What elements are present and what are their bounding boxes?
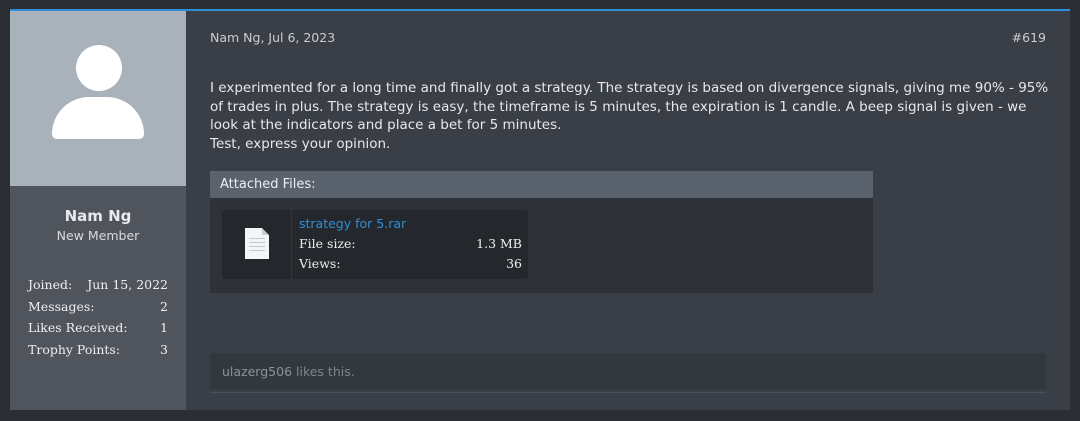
document-icon-line xyxy=(249,238,265,239)
stat-row-joined: Joined: Jun 15, 2022 xyxy=(28,275,168,297)
user-sidebar: Nam Ng New Member Joined: Jun 15, 2022 M… xyxy=(10,11,186,410)
stat-row-likes-received: Likes Received: 1 xyxy=(28,318,168,340)
stat-label: Likes Received: xyxy=(28,320,128,335)
stat-label: Messages: xyxy=(28,298,95,314)
likes-bar: ulazerg506 likes this. xyxy=(210,353,1046,389)
user-stats: Joined: Jun 15, 2022 Messages: 2 Likes R… xyxy=(28,275,168,361)
stat-value[interactable]: 3 xyxy=(160,340,168,362)
attachment-thumbnail[interactable] xyxy=(222,210,292,279)
likes-username-link[interactable]: ulazerg506 xyxy=(222,364,292,379)
stat-row-messages: Messages: 2 xyxy=(28,297,168,319)
attached-files: Attached Files: strategy for 5.rar File … xyxy=(210,171,873,293)
attachment-filename-link[interactable]: strategy for 5.rar xyxy=(299,216,406,231)
stat-label: Joined: xyxy=(28,277,73,292)
divider xyxy=(210,392,1046,393)
document-icon-line xyxy=(249,246,265,247)
post-body-paragraph: Test, express your opinion. xyxy=(210,135,391,152)
attachment-card[interactable]: strategy for 5.rar File size: 1.3 MB Vie… xyxy=(222,210,528,279)
post-content: Nam Ng, Jul 6, 2023 #619 I experimented … xyxy=(186,11,1070,410)
post-message: I experimented for a long time and final… xyxy=(210,79,1055,153)
attachment-views-label: Views: xyxy=(299,256,341,271)
stat-value[interactable]: 2 xyxy=(160,297,168,319)
post-meta[interactable]: Nam Ng, Jul 6, 2023 xyxy=(210,30,335,45)
stat-row-trophy-points: Trophy Points: 3 xyxy=(28,340,168,362)
document-icon-line xyxy=(249,242,265,243)
post-body-paragraph: I experimented for a long time and final… xyxy=(210,80,1049,133)
likes-summary: ulazerg506 likes this. xyxy=(222,364,355,379)
avatar-body-shape xyxy=(52,97,144,139)
avatar-head-shape xyxy=(76,45,122,91)
post-number-link[interactable]: #619 xyxy=(1012,30,1046,45)
attachment-views-row: Views: 36 xyxy=(299,256,522,271)
stat-label: Trophy Points: xyxy=(28,341,121,357)
user-title: New Member xyxy=(56,228,140,243)
attached-files-header: Attached Files: xyxy=(210,171,873,198)
username[interactable]: Nam Ng xyxy=(10,207,186,225)
document-icon xyxy=(245,228,269,259)
stat-value: Jun 15, 2022 xyxy=(87,277,168,292)
document-icon-line xyxy=(249,250,265,251)
attachment-size-row: File size: 1.3 MB xyxy=(299,236,522,251)
stat-value: 1 xyxy=(160,320,168,335)
avatar[interactable] xyxy=(10,11,186,186)
likes-suffix: likes this. xyxy=(292,364,355,379)
forum-post: Nam Ng New Member Joined: Jun 15, 2022 M… xyxy=(10,9,1070,410)
attachment-views-value: 36 xyxy=(506,256,522,271)
attachment-size-label: File size: xyxy=(299,236,356,251)
attachment-size-value: 1.3 MB xyxy=(476,236,522,251)
